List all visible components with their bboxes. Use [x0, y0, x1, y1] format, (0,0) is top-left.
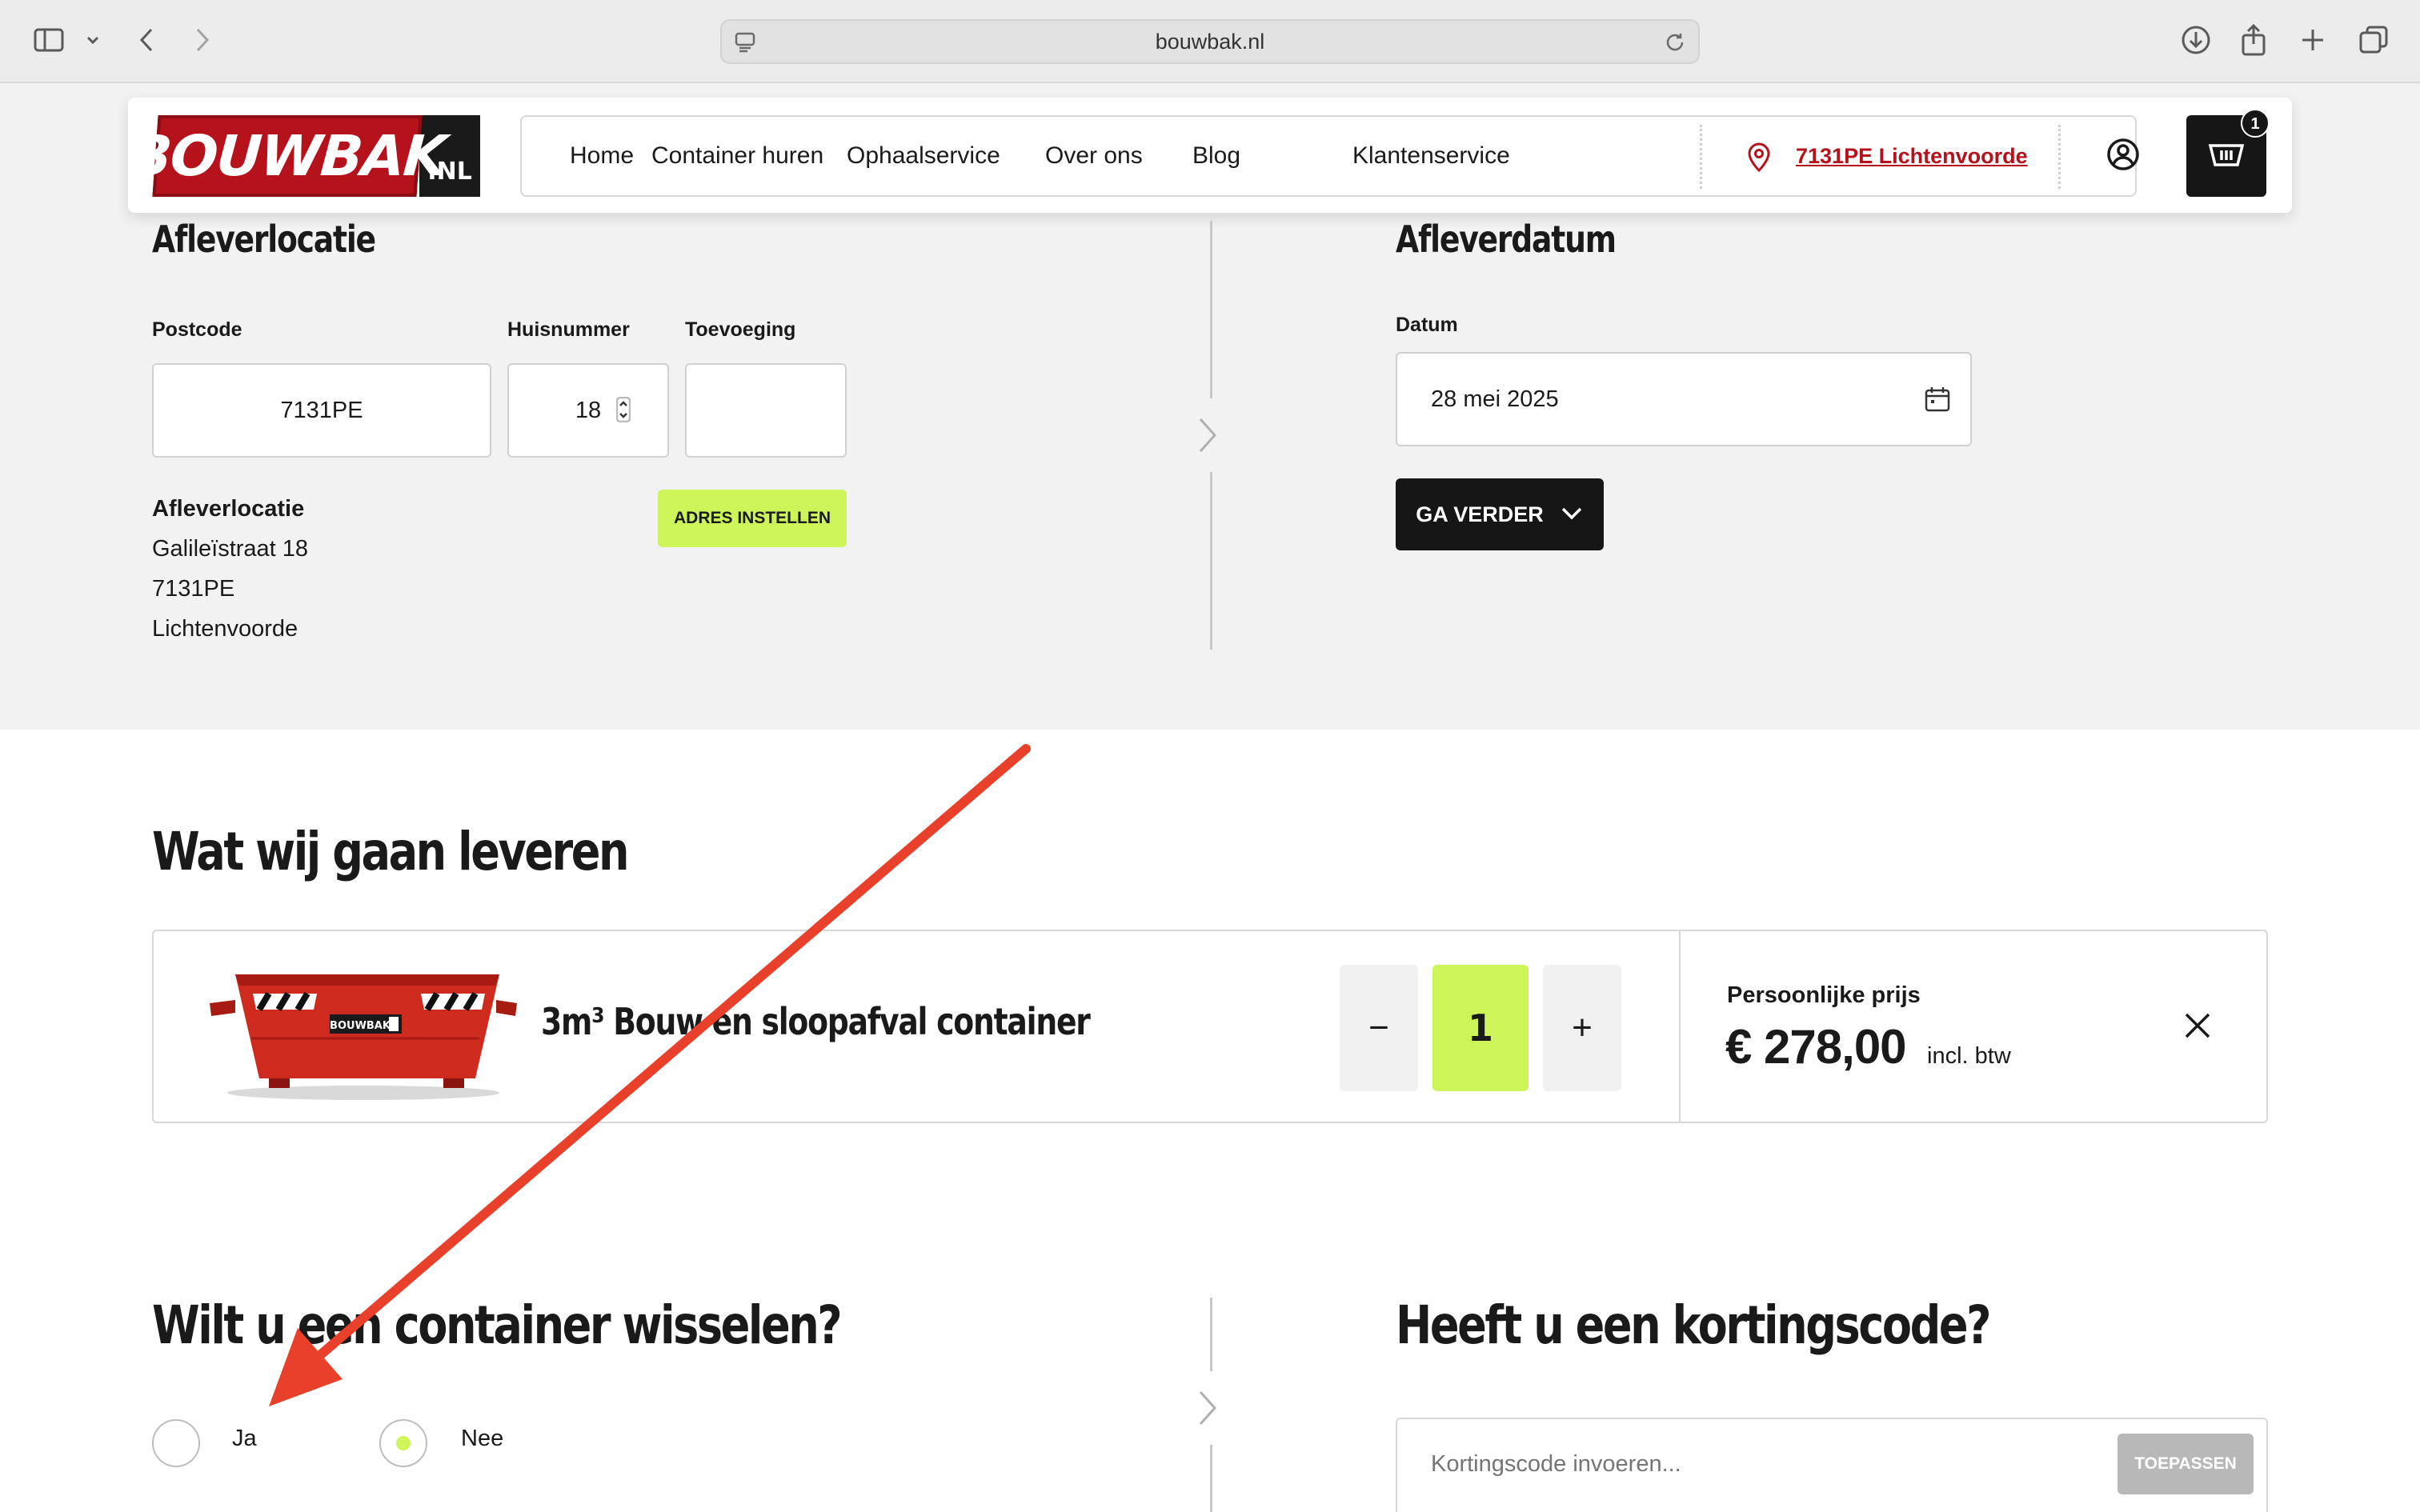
calendar-icon[interactable]: [1924, 386, 1951, 419]
address-postcode: 7131PE: [152, 576, 235, 602]
browser-toolbar: bouwbak.nl: [0, 0, 2420, 83]
tab-overview-icon[interactable]: [2356, 22, 2391, 58]
bouwbak-logo[interactable]: BOUWBAK .NL: [127, 115, 480, 197]
section-divider: [1210, 472, 1212, 650]
address-bar[interactable]: bouwbak.nl: [720, 19, 1700, 64]
product-card: BOUWBAK 3m³ Bouw en sloopafval container…: [152, 930, 2268, 1123]
chevron-down-icon: [1560, 502, 1584, 527]
number-stepper-icon[interactable]: [615, 396, 631, 429]
date-label: Datum: [1396, 314, 1458, 336]
date-value: 28 mei 2025: [1431, 386, 1559, 412]
cart-count-badge: 1: [2241, 109, 2270, 138]
address-title: Afleverlocatie: [152, 496, 305, 522]
postcode-input[interactable]: 7131PE: [152, 363, 491, 458]
price-label: Persoonlijke prijs: [1727, 982, 1921, 1008]
logo-wordmark: BOUWBAK: [127, 115, 447, 197]
quantity-decrease-button[interactable]: −: [1340, 965, 1418, 1091]
price-vat-note: incl. btw: [1927, 1043, 2011, 1069]
new-tab-icon[interactable]: [2297, 22, 2329, 58]
section-divider: [1210, 221, 1212, 398]
nav-ophaalservice[interactable]: Ophaalservice: [847, 117, 1000, 195]
location-pin-icon: [1745, 141, 1773, 177]
main-nav: Home Container huren Ophaalservice Over …: [520, 115, 2137, 197]
url-text: bouwbak.nl: [1155, 30, 1265, 54]
price-value: € 278,00: [1725, 1020, 1907, 1074]
nav-container-huren[interactable]: Container huren: [651, 117, 823, 195]
discount-code-box: TOEPASSEN: [1396, 1418, 2268, 1512]
quantity-increase-button[interactable]: +: [1543, 965, 1621, 1091]
downloads-icon[interactable]: [2178, 22, 2214, 58]
forward-icon[interactable]: [190, 22, 214, 58]
container-image: BOUWBAK: [203, 958, 523, 1106]
product-name: 3m³ Bouw en sloopafval container: [541, 1000, 1091, 1043]
swap-option-nee-radio[interactable]: [379, 1419, 427, 1467]
delivery-location-title: Afleverlocatie: [152, 218, 376, 261]
postcode-value: 7131PE: [280, 397, 363, 423]
housenumber-input[interactable]: 18: [507, 363, 669, 458]
container-brand-text: BOUWBAK: [330, 1020, 391, 1032]
site-header: BOUWBAK .NL Home Container huren Ophaals…: [127, 98, 2292, 213]
account-icon[interactable]: [2106, 138, 2140, 175]
addition-input[interactable]: [685, 363, 847, 458]
address-street: Galileïstraat 18: [152, 536, 309, 562]
nav-blog[interactable]: Blog: [1192, 117, 1240, 195]
discount-title: Heeft u een kortingscode?: [1396, 1294, 1991, 1356]
quantity-value[interactable]: 1: [1432, 965, 1529, 1091]
order-title: Wat wij gaan leveren: [152, 821, 630, 882]
nav-over-ons[interactable]: Over ons: [1045, 117, 1143, 195]
delivery-location-link[interactable]: 7131PE Lichtenvoorde: [1796, 117, 2028, 195]
chevron-right-icon: [1196, 1389, 1220, 1431]
date-input[interactable]: 28 mei 2025: [1396, 352, 1972, 446]
chevron-right-icon: [1196, 416, 1220, 458]
reload-icon[interactable]: [1663, 30, 1687, 58]
nav-home[interactable]: Home: [570, 117, 634, 195]
swap-option-ja-radio[interactable]: [152, 1419, 200, 1467]
housenumber-value: 18: [575, 397, 602, 423]
delivery-date-title: Afleverdatum: [1396, 218, 1617, 261]
sidebar-toggle-icon[interactable]: [30, 22, 67, 58]
discount-code-input[interactable]: [1431, 1451, 2055, 1478]
housenumber-label: Huisnummer: [507, 318, 630, 341]
continue-label: GA VERDER: [1416, 502, 1544, 526]
swap-option-ja-label[interactable]: Ja: [232, 1426, 257, 1452]
nav-divider: [2058, 125, 2061, 189]
swap-title: Wilt u een container wisselen?: [152, 1294, 843, 1356]
nav-divider: [1700, 125, 1702, 189]
cart-icon: [2208, 141, 2245, 172]
nav-klantenservice[interactable]: Klantenservice: [1352, 117, 1510, 195]
section-divider: [1210, 1445, 1212, 1512]
set-address-button[interactable]: ADRES INSTELLEN: [658, 490, 847, 547]
apply-discount-button[interactable]: TOEPASSEN: [2118, 1434, 2254, 1494]
postcode-label: Postcode: [152, 318, 242, 341]
back-icon[interactable]: [134, 22, 158, 58]
price-divider: [1679, 931, 1681, 1122]
addition-label: Toevoeging: [685, 318, 796, 341]
address-city: Lichtenvoorde: [152, 616, 298, 642]
continue-button[interactable]: GA VERDER: [1396, 478, 1604, 550]
share-icon[interactable]: [2238, 22, 2270, 58]
remove-product-icon[interactable]: [2182, 1010, 2214, 1046]
swap-option-nee-label[interactable]: Nee: [461, 1426, 503, 1452]
chevron-down-icon[interactable]: [83, 22, 102, 58]
section-divider: [1210, 1298, 1212, 1371]
